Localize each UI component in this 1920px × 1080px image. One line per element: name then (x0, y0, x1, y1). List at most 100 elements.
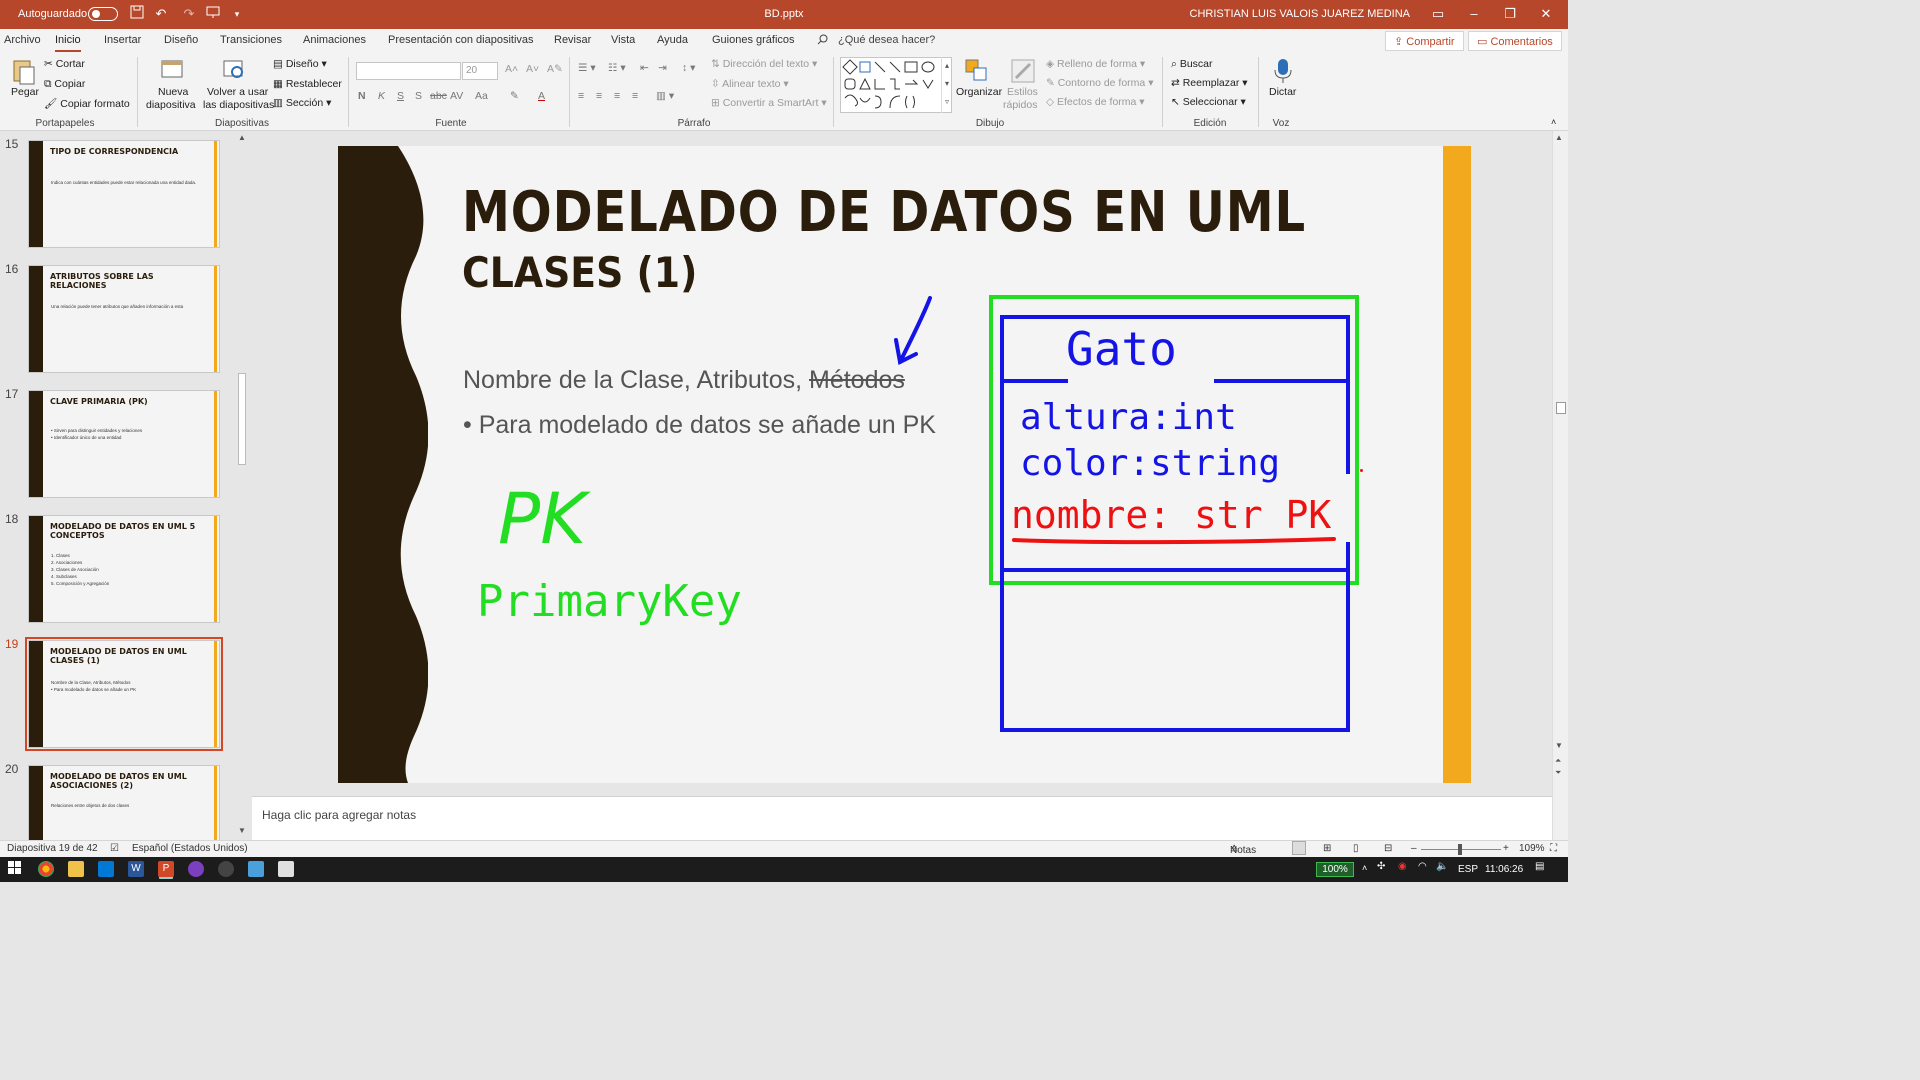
tab-presentacion[interactable]: Presentación con diapositivas (388, 34, 534, 46)
align-text-button[interactable]: ⇳ Alinear texto ▾ (711, 78, 789, 90)
line-spacing-icon[interactable]: ↕ ▾ (682, 62, 695, 74)
shape-fill-button[interactable]: ◈ Relleno de forma ▾ (1046, 58, 1145, 70)
tray-arrow-icon[interactable]: ˄ (1362, 863, 1367, 873)
slide-thumbnail-20[interactable]: MODELADO DE DATOS EN UML ASOCIACIONES (2… (28, 765, 220, 840)
slide-thumbnail-19-selected[interactable]: MODELADO DE DATOS EN UML CLASES (1) Nomb… (25, 637, 223, 751)
scroll-thumb[interactable] (238, 373, 246, 465)
spelling-icon[interactable]: ☑ (110, 843, 119, 854)
notes-placeholder[interactable]: Haga clic para agregar notas (262, 808, 416, 822)
scroll-thumb[interactable] (1556, 402, 1566, 414)
slide-sorter-icon[interactable]: ⊞ (1323, 843, 1331, 854)
strikethrough-icon[interactable]: abc (430, 90, 447, 102)
undo-icon[interactable]: ↶ (152, 5, 170, 23)
align-right-icon[interactable]: ≡ (614, 90, 620, 102)
ribbon-display-icon[interactable]: ▭ (1420, 0, 1456, 29)
app-icon[interactable] (98, 861, 114, 877)
italic-icon[interactable]: K (378, 90, 385, 102)
format-painter-button[interactable]: 🖌 Copiar formato (44, 97, 130, 110)
new-slide-label-2[interactable]: diapositiva (146, 99, 196, 111)
app-icon[interactable] (218, 861, 234, 877)
columns-icon[interactable]: ▥ ▾ (656, 90, 674, 102)
chrome-icon[interactable] (38, 861, 54, 877)
microphone-icon[interactable] (1270, 57, 1296, 83)
shape-outline-button[interactable]: ✎ Contorno de forma ▾ (1046, 77, 1153, 89)
notes-pane[interactable]: Haga clic para agregar notas (252, 796, 1552, 840)
app-icon[interactable] (188, 861, 204, 877)
minimize-icon[interactable]: – (1456, 0, 1492, 29)
tab-inicio[interactable]: Inicio (55, 34, 81, 52)
save-icon[interactable] (128, 5, 146, 23)
start-presentation-icon[interactable] (204, 5, 222, 23)
customize-toolbar-icon[interactable]: ▾ (228, 5, 246, 23)
clock[interactable]: 11:06:26 (1485, 864, 1523, 875)
decrease-indent-icon[interactable]: ⇤ (640, 62, 649, 74)
wifi-icon[interactable]: ◠ (1418, 861, 1427, 872)
share-button[interactable]: ⇪ Compartir (1385, 31, 1464, 51)
user-name[interactable]: CHRISTIAN LUIS VALOIS JUAREZ MEDINA (1190, 8, 1410, 20)
shapes-gallery[interactable] (840, 57, 952, 113)
select-button[interactable]: ↖ Seleccionar ▾ (1171, 96, 1246, 108)
new-slide-label-1[interactable]: Nueva (158, 86, 188, 98)
bullets-icon[interactable]: ☰ ▾ (578, 62, 596, 74)
font-name-combo[interactable] (356, 62, 461, 80)
reuse-slides-icon[interactable] (222, 58, 248, 84)
powerpoint-icon[interactable]: P (158, 861, 174, 877)
slide-thumbnail-16[interactable]: ATRIBUTOS SOBRE LAS RELACIONES Una relac… (28, 265, 220, 373)
paste-icon[interactable] (11, 58, 37, 85)
previous-slide-icon[interactable]: ⏶ (1555, 756, 1561, 766)
fit-slide-icon[interactable]: ⛶ (1550, 843, 1557, 854)
collapse-ribbon-icon[interactable]: ˄ (1551, 117, 1556, 127)
redo-icon[interactable]: ↷ (180, 5, 198, 23)
arrange-label[interactable]: Organizar (956, 86, 1002, 98)
text-direction-button[interactable]: ⇅ Dirección del texto ▾ (711, 58, 817, 70)
paste-label[interactable]: Pegar (11, 86, 39, 98)
normal-view-icon[interactable] (1292, 841, 1306, 855)
align-center-icon[interactable]: ≡ (596, 90, 602, 102)
shapes-gallery-more-icon[interactable]: ▴ ▾ ▿ (941, 57, 952, 113)
slide-canvas[interactable]: MODELADO DE DATOS EN UML CLASES (1) Nomb… (338, 146, 1471, 783)
grow-font-icon[interactable]: A˄ (505, 63, 518, 75)
clear-format-icon[interactable]: A✎ (547, 63, 563, 75)
language-indicator[interactable]: ESP (1458, 864, 1478, 875)
next-slide-icon[interactable]: ⏷ (1555, 768, 1561, 778)
cut-button[interactable]: ✂ Cortar (44, 58, 85, 70)
layout-button[interactable]: ▤ Diseño ▾ (273, 58, 327, 70)
tab-vista[interactable]: Vista (611, 34, 635, 46)
align-left-icon[interactable]: ≡ (578, 90, 584, 102)
volume-icon[interactable]: 🔈 (1436, 861, 1448, 872)
smartart-button[interactable]: ⊞ Convertir a SmartArt ▾ (711, 97, 827, 109)
autosave-toggle[interactable] (88, 7, 118, 21)
tab-transiciones[interactable]: Transiciones (220, 34, 282, 46)
windows-start-icon[interactable] (8, 861, 24, 877)
slide-thumbnail-17[interactable]: CLAVE PRIMARIA (PK) • Sirven para distin… (28, 390, 220, 498)
app-tray-icon[interactable]: ◉ (1398, 861, 1407, 872)
close-icon[interactable]: ✕ (1528, 0, 1564, 29)
slide-title[interactable]: MODELADO DE DATOS EN UML (462, 180, 1306, 245)
reuse-slides-label-1[interactable]: Volver a usar (207, 86, 268, 98)
reading-view-icon[interactable]: ▯ (1353, 843, 1359, 854)
restore-icon[interactable]: ❐ (1492, 0, 1528, 29)
arrange-icon[interactable] (964, 58, 990, 84)
word-icon[interactable]: W (128, 861, 144, 877)
scroll-down-icon[interactable]: ▼ (1555, 741, 1563, 750)
font-size-combo[interactable]: 20 (462, 62, 498, 80)
photos-icon[interactable] (278, 861, 294, 877)
spacing-icon[interactable]: AV (450, 90, 463, 102)
scroll-down-icon[interactable]: ▼ (236, 826, 248, 838)
increase-indent-icon[interactable]: ⇥ (658, 62, 667, 74)
search-icon[interactable] (817, 34, 828, 47)
copy-button[interactable]: ⧉ Copiar (44, 78, 85, 91)
find-button[interactable]: ⌕ Buscar (1171, 58, 1213, 71)
tab-ayuda[interactable]: Ayuda (657, 34, 688, 46)
shadow-icon[interactable]: S (415, 90, 422, 102)
zoom-in-icon[interactable]: + (1503, 843, 1509, 854)
section-button[interactable]: ▥ Sección ▾ (273, 97, 331, 109)
tab-archivo[interactable]: Archivo (4, 34, 41, 46)
thumbnails-scrollbar[interactable]: ▲ ▼ (236, 133, 248, 838)
bold-icon[interactable]: N (358, 90, 366, 102)
notifications-icon[interactable]: ▤ (1535, 861, 1544, 872)
zoom-out-icon[interactable]: – (1411, 843, 1417, 854)
replace-button[interactable]: ⇄ Reemplazar ▾ (1171, 77, 1248, 89)
font-color-icon[interactable]: A (538, 90, 545, 102)
numbering-icon[interactable]: ☷ ▾ (608, 62, 626, 74)
